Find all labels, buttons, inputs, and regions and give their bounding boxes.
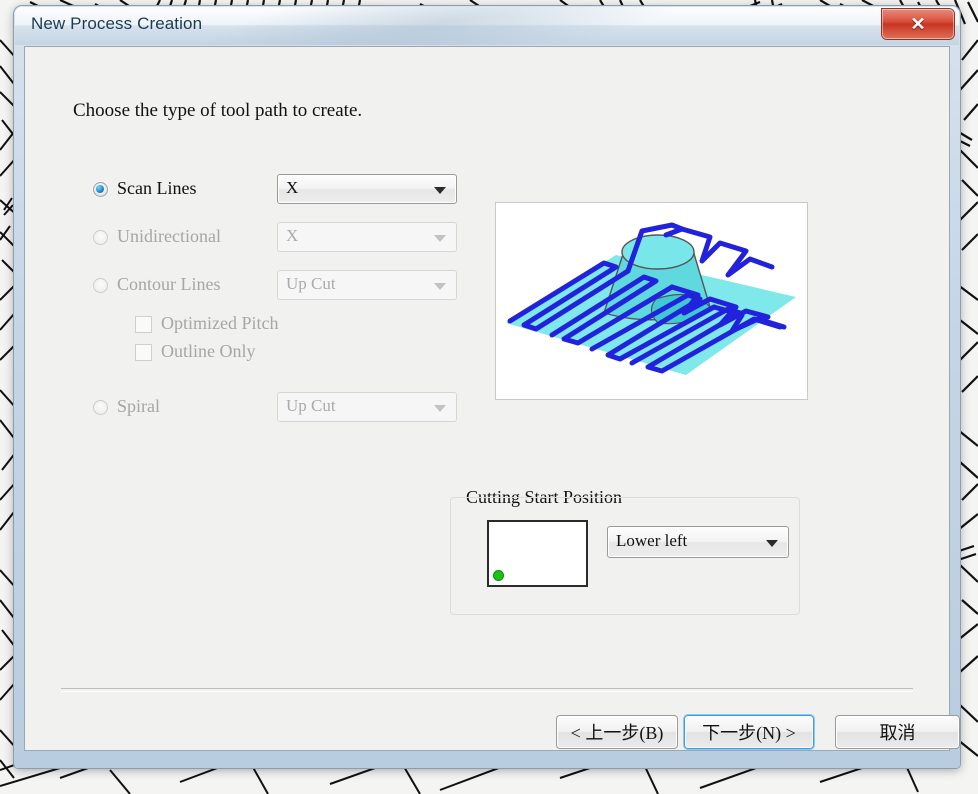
checkbox-label-outline-only: Outline Only bbox=[161, 341, 256, 361]
close-icon: ✕ bbox=[910, 13, 926, 34]
radio-unidirectional[interactable] bbox=[93, 230, 108, 245]
combo-start-position-value: Lower left bbox=[616, 531, 688, 550]
combo-scan-lines-axis[interactable]: X bbox=[277, 174, 457, 204]
combo-scan-lines-value: X bbox=[286, 178, 299, 197]
chevron-down-icon bbox=[434, 187, 446, 194]
dialog-client-area: Choose the type of tool path to create. … bbox=[25, 47, 960, 750]
chevron-down-icon bbox=[434, 405, 446, 412]
option-label-scan-lines: Scan Lines bbox=[117, 178, 197, 198]
combo-start-position[interactable]: Lower left bbox=[607, 526, 789, 558]
combo-spiral-direction[interactable]: Up Cut bbox=[277, 392, 457, 422]
close-button[interactable]: ✕ bbox=[882, 9, 954, 39]
chevron-down-icon bbox=[434, 283, 446, 290]
combo-contour-lines-value: Up Cut bbox=[286, 274, 336, 293]
checkbox-optimized-pitch[interactable] bbox=[135, 316, 152, 333]
checkbox-label-optimized-pitch: Optimized Pitch bbox=[161, 313, 279, 333]
toolpath-preview-image bbox=[495, 202, 808, 400]
radio-scan-lines[interactable] bbox=[93, 182, 108, 197]
radio-spiral[interactable] bbox=[93, 400, 108, 415]
cancel-button[interactable]: 取消 bbox=[835, 715, 960, 749]
back-button[interactable]: < 上一步(B) bbox=[556, 715, 678, 749]
combo-unidirectional-value: X bbox=[286, 226, 299, 245]
group-cutting-start-position: Lower left bbox=[450, 497, 800, 615]
footer-separator bbox=[61, 688, 913, 692]
option-label-contour-lines: Contour Lines bbox=[117, 274, 221, 294]
window-title: New Process Creation bbox=[31, 14, 203, 33]
next-button[interactable]: 下一步(N) > bbox=[684, 715, 814, 749]
option-label-spiral: Spiral bbox=[117, 396, 160, 416]
title-bar: New Process Creation bbox=[15, 7, 959, 45]
toolpath-illustration bbox=[506, 222, 796, 375]
combo-contour-lines-direction[interactable]: Up Cut bbox=[277, 270, 457, 300]
checkbox-outline-only[interactable] bbox=[135, 344, 152, 361]
page-title: Choose the type of tool path to create. bbox=[73, 100, 363, 121]
radio-contour-lines[interactable] bbox=[93, 278, 108, 293]
chevron-down-icon bbox=[766, 540, 778, 547]
combo-spiral-value: Up Cut bbox=[286, 396, 336, 415]
dialog-window: New Process Creation ✕ Choose the type o… bbox=[14, 6, 960, 768]
option-label-unidirectional: Unidirectional bbox=[117, 226, 221, 246]
start-position-marker bbox=[494, 571, 503, 580]
start-position-preview bbox=[487, 520, 588, 587]
combo-unidirectional-axis[interactable]: X bbox=[277, 222, 457, 252]
chevron-down-icon bbox=[434, 235, 446, 242]
